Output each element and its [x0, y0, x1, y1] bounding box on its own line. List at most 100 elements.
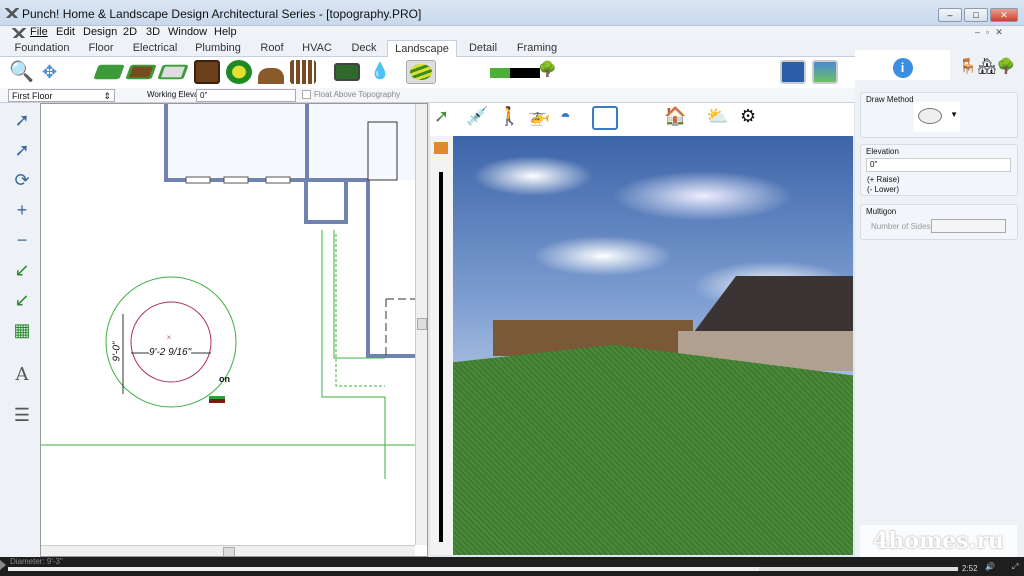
raise-hint: (+ Raise) [867, 175, 900, 184]
3d-select-icon[interactable]: ➚ [434, 106, 460, 130]
fence-icon[interactable] [290, 60, 316, 84]
rotate-icon[interactable]: ⟳ [10, 168, 34, 192]
3d-view[interactable] [453, 136, 853, 555]
close-button[interactable]: ✕ [990, 8, 1018, 22]
menu-2d[interactable]: 2D [123, 26, 137, 38]
3d-zoom-slider[interactable] [430, 136, 453, 555]
grass-terrain [453, 344, 853, 555]
elevation-group: Elevation 0" (+ Raise) (- Lower) [860, 144, 1018, 196]
tab-framing[interactable]: Framing [512, 42, 562, 57]
render-settings-icon[interactable]: ⚙ [740, 106, 766, 130]
house-render-icon[interactable]: 🏠 [664, 106, 690, 130]
3d-toolbar: ➚ 💉 🚶 🚁 ◓ 🏠 ⛅ ⚙ [430, 103, 854, 136]
fullscreen-icon[interactable]: ⤢ [1012, 562, 1018, 572]
working-elevation-value: 0" [200, 91, 208, 100]
terrain-plot-icon[interactable] [93, 64, 125, 80]
tab-plumbing[interactable]: Plumbing [192, 42, 244, 57]
menu-edit[interactable]: Edit [56, 26, 75, 38]
multigon-label: Multigon [866, 207, 897, 216]
elevation-value: 0" [870, 160, 878, 169]
working-elevation-input[interactable]: 0" [196, 89, 296, 102]
topography-icon [410, 64, 432, 80]
tab-deck[interactable]: Deck [346, 42, 382, 57]
draw-method-dropdown[interactable]: ▼ [914, 102, 960, 132]
draw-method-label: Draw Method [866, 95, 914, 104]
floor-select[interactable]: First Floor ⇕ [8, 89, 115, 102]
tab-roof[interactable]: Roof [256, 42, 288, 57]
plan-view[interactable]: × 9'-2 9/16" 9'-0" on [40, 103, 428, 557]
circle-method-icon [918, 108, 942, 124]
delete-point-icon[interactable]: − [10, 228, 34, 252]
video-progress[interactable] [8, 567, 958, 571]
menu-window[interactable]: Window [168, 26, 207, 38]
arc-tool-icon[interactable]: ↙ [10, 258, 34, 282]
title-bar: Punch! Home & Landscape Design Architect… [0, 0, 1024, 26]
plan-horizontal-scrollbar[interactable] [41, 545, 415, 556]
tab-info[interactable]: i [855, 50, 950, 80]
tab-floor[interactable]: Floor [84, 42, 118, 57]
wall-icon[interactable] [258, 68, 284, 84]
fly-icon[interactable]: 🚁 [528, 106, 554, 130]
window-title: Punch! Home & Landscape Design Architect… [22, 7, 422, 21]
plan-view-icon[interactable] [780, 60, 806, 84]
plan-vertical-scrollbar[interactable] [415, 104, 427, 545]
float-label: Float Above Topography [314, 90, 401, 99]
menu-3d[interactable]: 3D [146, 26, 160, 38]
select-point-icon[interactable]: ➚ [10, 138, 34, 162]
dim-vertical: 9'-0" [111, 341, 123, 362]
dim-horizontal: 9'-2 9/16" [149, 347, 192, 358]
sides-input[interactable] [931, 219, 1006, 233]
path-icon[interactable] [226, 60, 252, 84]
topography-cursor-icon [209, 396, 225, 403]
cabinet-icon[interactable] [194, 60, 220, 84]
add-point-icon[interactable]: + [10, 198, 34, 222]
tab-electrical[interactable]: Electrical [128, 42, 182, 57]
orbit-icon[interactable]: ◓ [560, 106, 586, 130]
tab-library[interactable]: 🪑🏘🌳 [950, 54, 1024, 80]
app-logo-icon [5, 8, 19, 18]
3d-view-icon[interactable] [812, 60, 838, 84]
menu-file[interactable]: File [30, 26, 48, 38]
minimize-button[interactable]: – [938, 8, 962, 22]
volume-icon[interactable]: 🔊 [985, 562, 995, 571]
pond-icon[interactable] [334, 63, 360, 81]
select-arrow-icon[interactable]: ➚ [10, 108, 34, 132]
walk-icon[interactable]: 🚶 [498, 106, 524, 130]
topography-tool-button[interactable] [406, 60, 436, 84]
sides-label: Number of Sides: [871, 222, 933, 231]
elevation-label: Elevation [866, 147, 899, 156]
tab-hvac[interactable]: HVAC [300, 42, 334, 57]
text-tool-icon[interactable]: A [10, 363, 34, 387]
elevation-input[interactable]: 0" [866, 158, 1011, 172]
tab-landscape[interactable]: Landscape [387, 40, 457, 58]
floor-value: First Floor [12, 91, 53, 101]
floorplan-overlay-icon[interactable] [592, 106, 618, 130]
mdi-window-controls[interactable]: –▫✕ [975, 27, 1009, 38]
layers-icon[interactable]: ☰ [10, 403, 34, 427]
slider-thumb[interactable] [434, 142, 448, 154]
plant-growth-slider[interactable]: 🌳 [482, 60, 557, 84]
pan-icon[interactable]: ✥ [42, 60, 68, 84]
maximize-button[interactable]: □ [964, 8, 988, 22]
menu-design[interactable]: Design [83, 26, 117, 38]
terrain-boundary-icon[interactable] [157, 64, 189, 80]
left-toolbox: ➚ ➚ ⟳ + − ↙ ↙ ▦ A ☰ [0, 103, 40, 557]
menu-bar: File Edit Design 2D 3D Window Help –▫✕ [0, 26, 1024, 40]
outer-circle [105, 276, 237, 408]
tab-detail[interactable]: Detail [462, 42, 504, 57]
float-checkbox[interactable] [302, 90, 311, 99]
video-time: 2:52 [962, 564, 978, 573]
sprinkler-icon[interactable]: 💧 [367, 60, 393, 84]
tab-foundation[interactable]: Foundation [10, 42, 74, 57]
eyedropper-icon[interactable]: 💉 [466, 106, 492, 130]
hatch-tool-icon[interactable]: ▦ [10, 318, 34, 342]
plan-drawing: × [41, 104, 416, 479]
properties-panel: i 🪑🏘🌳 Draw Method ▼ Elevation 0" (+ Rais… [855, 50, 1024, 557]
watermark: 4homes.ru [860, 525, 1017, 557]
zoom-icon[interactable]: 🔍 [9, 60, 35, 84]
weather-icon[interactable]: ⛅ [706, 106, 732, 130]
play-icon[interactable] [0, 560, 6, 570]
terrain-area-icon[interactable] [125, 64, 157, 80]
menu-help[interactable]: Help [214, 26, 237, 38]
curve-tool-icon[interactable]: ↙ [10, 288, 34, 312]
